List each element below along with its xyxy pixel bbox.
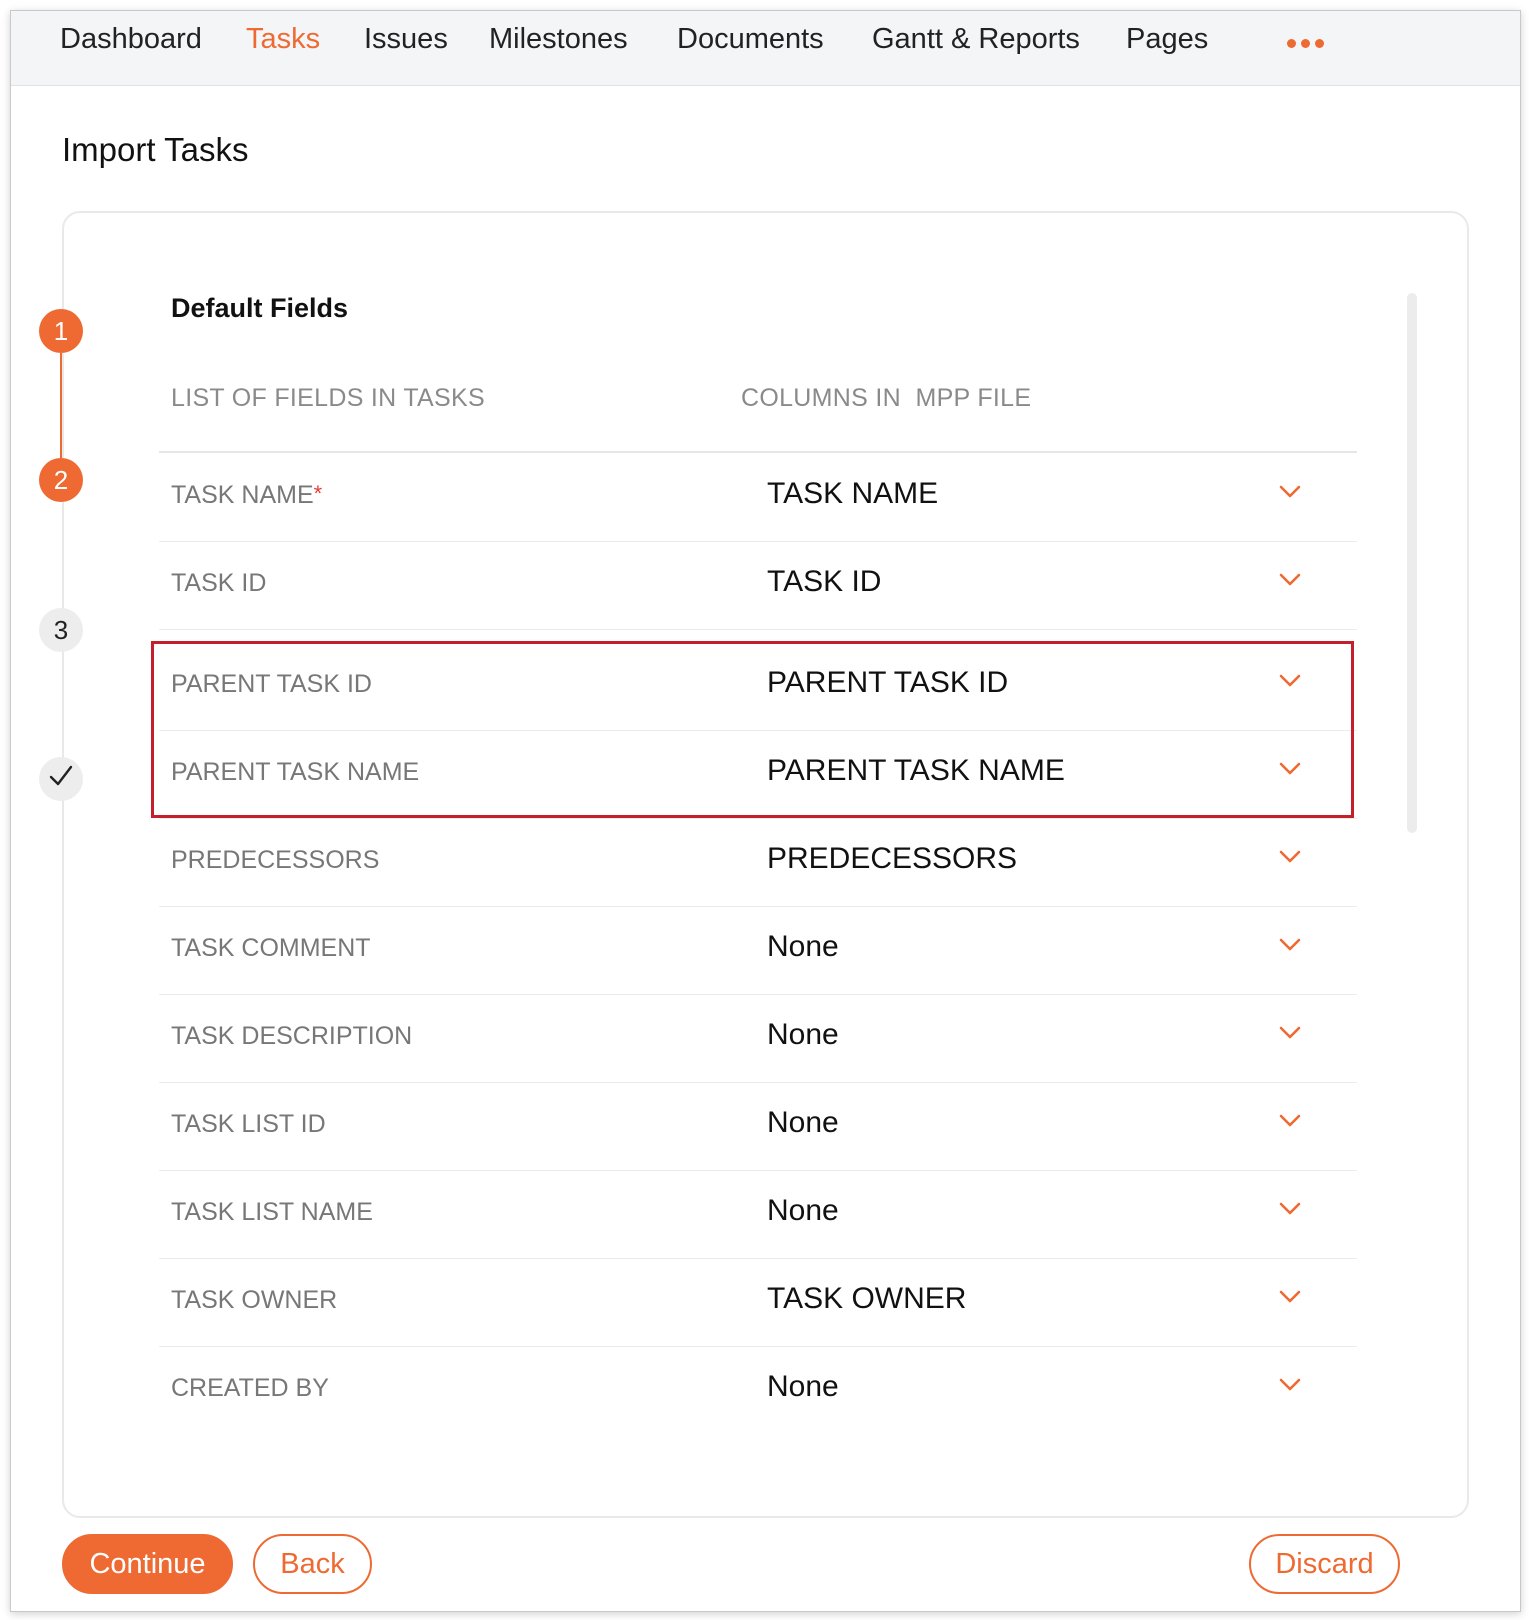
field-label: TASK COMMENT xyxy=(171,934,371,962)
column-select[interactable]: None xyxy=(755,1346,1357,1434)
column-header-fields: LIST OF FIELDS IN TASKS xyxy=(171,384,485,412)
field-label: TASK ID xyxy=(171,569,267,597)
nav-tab-gantt-reports[interactable]: Gantt & Reports xyxy=(872,23,1080,56)
table-row: PARENT TASK NAME PARENT TASK NAME xyxy=(159,730,1357,819)
app-window: Dashboard Tasks Issues Milestones Docume… xyxy=(10,10,1521,1612)
chevron-down-icon[interactable] xyxy=(1279,1114,1301,1128)
column-select[interactable]: TASK ID xyxy=(755,541,1357,629)
column-select[interactable]: PARENT TASK NAME xyxy=(755,730,1357,818)
section-title: Default Fields xyxy=(171,293,349,323)
nav-tab-pages[interactable]: Pages xyxy=(1126,23,1208,56)
field-label: TASK LIST NAME xyxy=(171,1198,373,1226)
select-value: TASK ID xyxy=(767,565,882,598)
chevron-down-icon[interactable] xyxy=(1279,762,1301,776)
chevron-down-icon[interactable] xyxy=(1279,938,1301,952)
select-value: PREDECESSORS xyxy=(767,842,1018,875)
chevron-down-icon[interactable] xyxy=(1279,573,1301,587)
nav-tab-issues[interactable]: Issues xyxy=(364,23,448,56)
chevron-down-icon[interactable] xyxy=(1279,1378,1301,1392)
nav-tab-dashboard[interactable]: Dashboard xyxy=(60,23,202,56)
field-label: PARENT TASK NAME xyxy=(171,758,420,786)
table-row: TASK LIST NAME None xyxy=(159,1170,1357,1259)
step-1-indicator: 1 xyxy=(39,309,83,353)
discard-button[interactable]: Discard xyxy=(1249,1534,1400,1594)
column-select[interactable]: TASK NAME xyxy=(755,453,1357,541)
table-row: TASK DESCRIPTION None xyxy=(159,994,1357,1083)
nav-tab-tasks[interactable]: Tasks xyxy=(246,23,320,56)
column-header-mpp-columns: COLUMNS IN MPP FILE xyxy=(741,384,1032,412)
field-label: PARENT TASK ID xyxy=(171,670,372,698)
top-nav: Dashboard Tasks Issues Milestones Docume… xyxy=(11,11,1520,86)
table-row: PREDECESSORS PREDECESSORS xyxy=(159,818,1357,907)
select-value: TASK OWNER xyxy=(767,1282,967,1315)
step-final-indicator xyxy=(39,757,83,801)
field-label: CREATED BY xyxy=(171,1374,329,1402)
field-label: PREDECESSORS xyxy=(171,846,380,874)
required-marker: * xyxy=(313,481,323,506)
column-select[interactable]: PARENT TASK ID xyxy=(755,642,1357,730)
chevron-down-icon[interactable] xyxy=(1279,1202,1301,1216)
select-value: PARENT TASK NAME xyxy=(767,754,1065,787)
select-value: TASK NAME xyxy=(767,477,939,510)
field-label: TASK NAME* xyxy=(171,481,323,509)
select-value: None xyxy=(767,930,839,963)
select-value: PARENT TASK ID xyxy=(767,666,1009,699)
column-select[interactable]: None xyxy=(755,1082,1357,1170)
chevron-down-icon[interactable] xyxy=(1279,485,1301,499)
table-row: TASK OWNER TASK OWNER xyxy=(159,1258,1357,1347)
step-3-indicator: 3 xyxy=(39,608,83,652)
checkmark-icon xyxy=(48,763,74,796)
page-title: Import Tasks xyxy=(62,131,249,168)
table-row: TASK NAME* TASK NAME xyxy=(159,453,1357,542)
table-row: TASK COMMENT None xyxy=(159,906,1357,995)
select-value: None xyxy=(767,1018,839,1051)
field-label: TASK OWNER xyxy=(171,1286,338,1314)
continue-button[interactable]: Continue xyxy=(62,1534,233,1594)
chevron-down-icon[interactable] xyxy=(1279,674,1301,688)
column-select[interactable]: TASK OWNER xyxy=(755,1258,1357,1346)
chevron-down-icon[interactable] xyxy=(1279,850,1301,864)
chevron-down-icon[interactable] xyxy=(1279,1290,1301,1304)
nav-tab-documents[interactable]: Documents xyxy=(677,23,824,56)
select-value: None xyxy=(767,1194,839,1227)
card-scrollbar[interactable] xyxy=(1407,293,1417,833)
select-value: None xyxy=(767,1370,839,1403)
step-2-indicator: 2 xyxy=(39,458,83,502)
chevron-down-icon[interactable] xyxy=(1279,1026,1301,1040)
back-button[interactable]: Back xyxy=(253,1534,372,1594)
field-label: TASK DESCRIPTION xyxy=(171,1022,413,1050)
field-label: TASK LIST ID xyxy=(171,1110,326,1138)
table-row: TASK ID TASK ID xyxy=(159,541,1357,630)
column-select[interactable]: PREDECESSORS xyxy=(755,818,1357,906)
column-select[interactable]: None xyxy=(755,994,1357,1082)
table-row: CREATED BY None xyxy=(159,1346,1357,1434)
select-value: None xyxy=(767,1106,839,1139)
more-horizontal-icon[interactable] xyxy=(1287,39,1327,51)
column-select[interactable]: None xyxy=(755,1170,1357,1258)
table-row: PARENT TASK ID PARENT TASK ID xyxy=(159,642,1357,731)
nav-tab-milestones[interactable]: Milestones xyxy=(489,23,628,56)
table-row: TASK LIST ID None xyxy=(159,1082,1357,1171)
column-select[interactable]: None xyxy=(755,906,1357,994)
